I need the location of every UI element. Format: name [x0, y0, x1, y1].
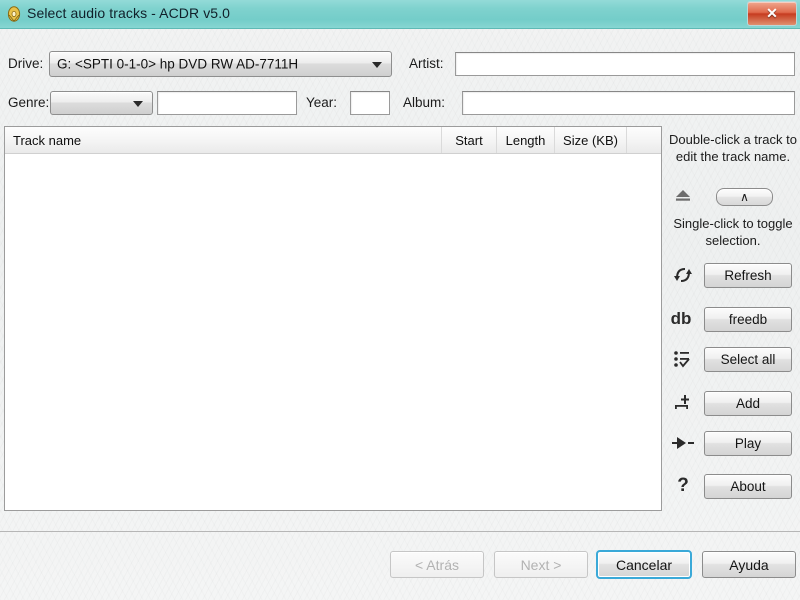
add-button-label: Add — [735, 396, 761, 411]
freedb-button-label: freedb — [728, 312, 768, 327]
window-title: Select audio tracks - ACDR v5.0 — [27, 5, 231, 21]
drive-label: Drive: — [8, 56, 44, 71]
album-input[interactable] — [462, 91, 795, 115]
genre-text-input[interactable] — [157, 91, 297, 115]
cancel-button[interactable]: Cancelar — [596, 550, 692, 579]
close-button[interactable]: ✕ — [747, 1, 797, 26]
cancel-button-label: Cancelar — [615, 556, 673, 573]
database-icon: db — [670, 309, 692, 328]
refresh-button-label: Refresh — [724, 268, 772, 283]
title-bar[interactable]: Select audio tracks - ACDR v5.0 ✕ — [0, 0, 800, 29]
artist-input[interactable] — [455, 52, 795, 76]
genre-select[interactable] — [50, 91, 153, 115]
hint-double-click: Double-click a track to edit the track n… — [669, 132, 797, 164]
play-icon — [671, 431, 695, 455]
chevron-down-icon — [133, 101, 143, 107]
play-button[interactable]: Play — [704, 431, 792, 456]
question-mark-icon: ? — [677, 475, 689, 496]
about-button[interactable]: About — [704, 474, 792, 499]
year-input[interactable] — [350, 91, 390, 115]
column-header-spacer — [627, 127, 661, 153]
add-button[interactable]: Add — [704, 391, 792, 416]
next-button-label: Next > — [520, 556, 562, 573]
cd-disc-icon — [6, 6, 22, 22]
dialog-window: Select audio tracks - ACDR v5.0 ✕ Drive:… — [0, 0, 800, 600]
eject-tray-button[interactable]: ∧ — [716, 188, 773, 206]
select-all-button-label: Select all — [720, 352, 776, 367]
play-button-label: Play — [734, 436, 762, 451]
footer-divider — [0, 531, 800, 532]
refresh-button[interactable]: Refresh — [704, 263, 792, 288]
select-all-button[interactable]: Select all — [704, 347, 792, 372]
next-button[interactable]: Next > — [494, 551, 588, 578]
help-button-label: Ayuda — [729, 556, 769, 573]
select-all-checklist-icon — [671, 347, 695, 371]
genre-label: Genre: — [8, 95, 50, 110]
year-label: Year: — [306, 95, 338, 110]
column-header-length[interactable]: Length — [497, 127, 555, 153]
drive-select-value: G: <SPTI 0-1-0> hp DVD RW AD-7711H — [57, 56, 299, 72]
eject-tray-glyph: ∧ — [740, 190, 749, 204]
help-button[interactable]: Ayuda — [702, 551, 796, 578]
close-icon: ✕ — [766, 5, 778, 21]
track-list-body[interactable] — [5, 154, 661, 510]
freedb-button[interactable]: freedb — [704, 307, 792, 332]
chevron-down-icon — [372, 62, 382, 68]
hint-single-click: Single-click to toggle selection. — [673, 216, 793, 248]
refresh-arrows-icon — [671, 263, 695, 287]
artist-label: Artist: — [409, 56, 444, 71]
add-plus-icon — [671, 391, 695, 415]
track-list-header: Track name Start Length Size (KB) — [5, 127, 661, 154]
back-button[interactable]: < Atrás — [390, 551, 484, 578]
back-button-label: < Atrás — [415, 556, 459, 573]
eject-icon — [671, 183, 695, 207]
column-header-size[interactable]: Size (KB) — [555, 127, 627, 153]
album-label: Album: — [403, 95, 446, 110]
track-list[interactable]: Track name Start Length Size (KB) — [4, 126, 662, 511]
column-header-start[interactable]: Start — [442, 127, 497, 153]
column-header-track-name[interactable]: Track name — [5, 127, 442, 153]
drive-select[interactable]: G: <SPTI 0-1-0> hp DVD RW AD-7711H — [49, 51, 392, 77]
about-button-label: About — [730, 479, 766, 494]
